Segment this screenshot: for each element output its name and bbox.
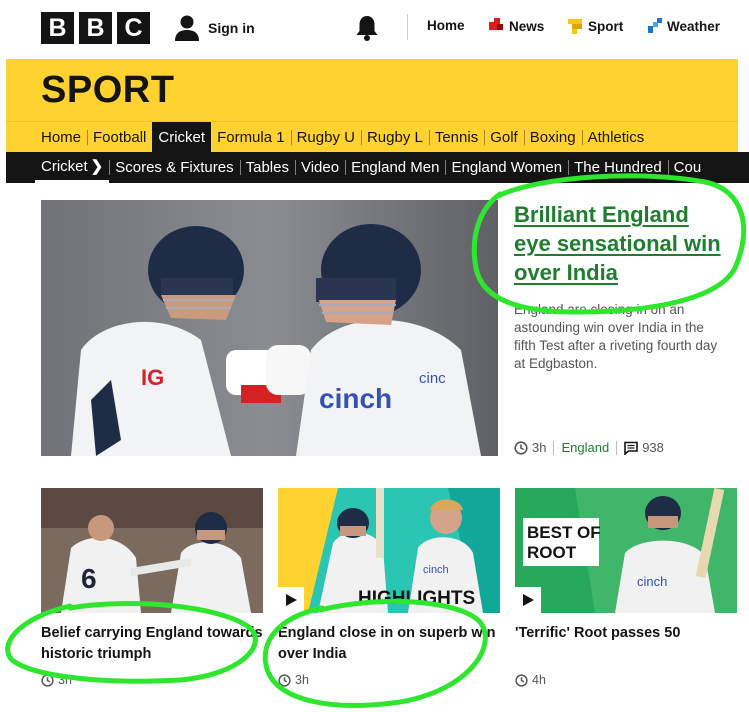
primary-nav-rugby-league[interactable]: Rugby L <box>360 122 429 152</box>
card-timestamp: 3h <box>295 673 309 687</box>
nav-home-label: Home <box>427 18 465 33</box>
secondary-nav-england-men[interactable]: England Men <box>345 152 445 183</box>
primary-nav-cricket[interactable]: Cricket <box>152 122 212 152</box>
nav-sport[interactable]: Sport <box>568 18 623 34</box>
svg-text:cinch: cinch <box>423 564 449 576</box>
hero-article: Brilliant England eye sensational win ov… <box>514 200 729 373</box>
card-timestamp: 4h <box>532 673 546 687</box>
card-photo: cinch HIGHLIGHTS <box>278 488 500 613</box>
secondary-nav-scores-fixtures[interactable]: Scores & Fixtures <box>109 152 239 183</box>
sport-icon <box>568 19 582 34</box>
secondary-nav-england-women[interactable]: England Women <box>445 152 568 183</box>
svg-text:cinc: cinc <box>419 370 446 387</box>
story-card[interactable]: 6 Belief carrying England towards histor… <box>41 488 263 687</box>
card-metadata: 4h <box>515 673 546 687</box>
card-headline[interactable]: 'Terrific' Root passes 50 <box>515 623 737 644</box>
svg-text:cinch: cinch <box>319 383 392 414</box>
logo-block: C <box>117 12 150 44</box>
svg-text:ROOT: ROOT <box>527 543 577 562</box>
svg-text:cinch: cinch <box>637 574 667 589</box>
meta-divider <box>553 440 555 455</box>
story-card[interactable]: cinch HIGHLIGHTS England close in on sup… <box>278 488 500 687</box>
primary-nav-formula-1[interactable]: Formula 1 <box>211 122 291 152</box>
secondary-nav-cricket-label: Cricket <box>41 158 88 175</box>
play-button[interactable] <box>278 587 304 613</box>
nav-news[interactable]: News <box>489 18 544 34</box>
hero-comment-count[interactable]: 938 <box>642 440 664 455</box>
primary-nav-rugby-union[interactable]: Rugby U <box>290 122 361 152</box>
clock-icon <box>515 673 528 687</box>
hero-summary: England are closing in on an astounding … <box>514 302 718 371</box>
secondary-nav-counties[interactable]: Cou <box>667 152 708 183</box>
primary-nav-athletics[interactable]: Athletics <box>581 122 651 152</box>
card-image[interactable]: 6 <box>41 488 263 613</box>
play-icon <box>285 594 297 606</box>
primary-nav-tennis[interactable]: Tennis <box>428 122 484 152</box>
hero-topic-tag[interactable]: England <box>561 440 609 455</box>
user-icon <box>175 15 199 41</box>
secondary-nav-the-hundred[interactable]: The Hundred <box>568 152 668 183</box>
comments-icon[interactable] <box>624 441 638 455</box>
meta-divider <box>616 440 618 455</box>
weather-icon <box>648 18 662 33</box>
clock-icon <box>41 673 54 687</box>
card-headline[interactable]: Belief carrying England towards historic… <box>41 623 263 665</box>
card-headline[interactable]: England close in on superb win over Indi… <box>278 623 500 665</box>
cricket-secondary-nav: Cricket ❯ Scores & Fixtures Tables Video … <box>6 152 749 183</box>
card-metadata: 3h <box>41 673 72 687</box>
nav-news-label: News <box>509 18 545 34</box>
news-icon <box>489 18 503 30</box>
hero-timestamp: 3h <box>532 440 547 455</box>
nav-home[interactable]: Home <box>427 18 465 33</box>
clock-icon <box>278 673 291 687</box>
bbc-masthead: B B C Sign in Home News Sport Weather <box>0 0 749 56</box>
nav-weather[interactable]: Weather <box>647 18 720 34</box>
logo-block: B <box>41 12 74 44</box>
hero-image[interactable]: IG cinch cinc <box>41 200 498 456</box>
logo-block: B <box>79 12 112 44</box>
masthead-divider <box>407 14 408 40</box>
svg-text:BEST OF: BEST OF <box>527 523 601 542</box>
card-overlay-text: HIGHLIGHTS <box>358 588 475 609</box>
sign-in-label: Sign in <box>208 20 255 36</box>
svg-text:6: 6 <box>81 563 97 594</box>
card-timestamp: 3h <box>58 673 72 687</box>
sport-title[interactable]: SPORT <box>41 69 174 112</box>
nav-sport-label: Sport <box>588 18 624 34</box>
story-card[interactable]: BEST OF ROOT cinch 'Terrific' Root passe… <box>515 488 737 687</box>
secondary-nav-tables[interactable]: Tables <box>239 152 295 183</box>
sport-banner: SPORT <box>6 59 738 121</box>
clock-icon <box>514 440 528 455</box>
hero-headline[interactable]: Brilliant England eye sensational win ov… <box>514 200 729 287</box>
chevron-right-icon: ❯ <box>90 158 104 175</box>
sign-in-link[interactable]: Sign in <box>174 14 255 42</box>
sport-primary-nav: Home Football Cricket Formula 1 Rugby U … <box>6 121 738 152</box>
secondary-nav-video[interactable]: Video <box>294 152 345 183</box>
primary-nav-boxing[interactable]: Boxing <box>523 122 582 152</box>
svg-text:IG: IG <box>141 365 164 390</box>
bell-icon[interactable] <box>354 14 380 42</box>
bbc-logo[interactable]: B B C <box>41 12 150 44</box>
primary-nav-football[interactable]: Football <box>87 122 152 152</box>
hero-photo: IG cinch cinc <box>41 200 498 456</box>
card-metadata: 3h <box>278 673 309 687</box>
primary-nav-golf[interactable]: Golf <box>484 122 524 152</box>
play-button[interactable] <box>515 587 541 613</box>
card-photo: BEST OF ROOT cinch <box>515 488 737 613</box>
hero-metadata: 3h England 938 <box>514 440 664 455</box>
nav-weather-label: Weather <box>667 18 721 34</box>
card-image[interactable]: cinch HIGHLIGHTS <box>278 488 500 613</box>
primary-nav-home[interactable]: Home <box>35 122 87 152</box>
card-photo: 6 <box>41 488 263 613</box>
secondary-nav-cricket[interactable]: Cricket ❯ <box>35 152 110 183</box>
card-image[interactable]: BEST OF ROOT cinch <box>515 488 737 613</box>
play-icon <box>522 594 534 606</box>
